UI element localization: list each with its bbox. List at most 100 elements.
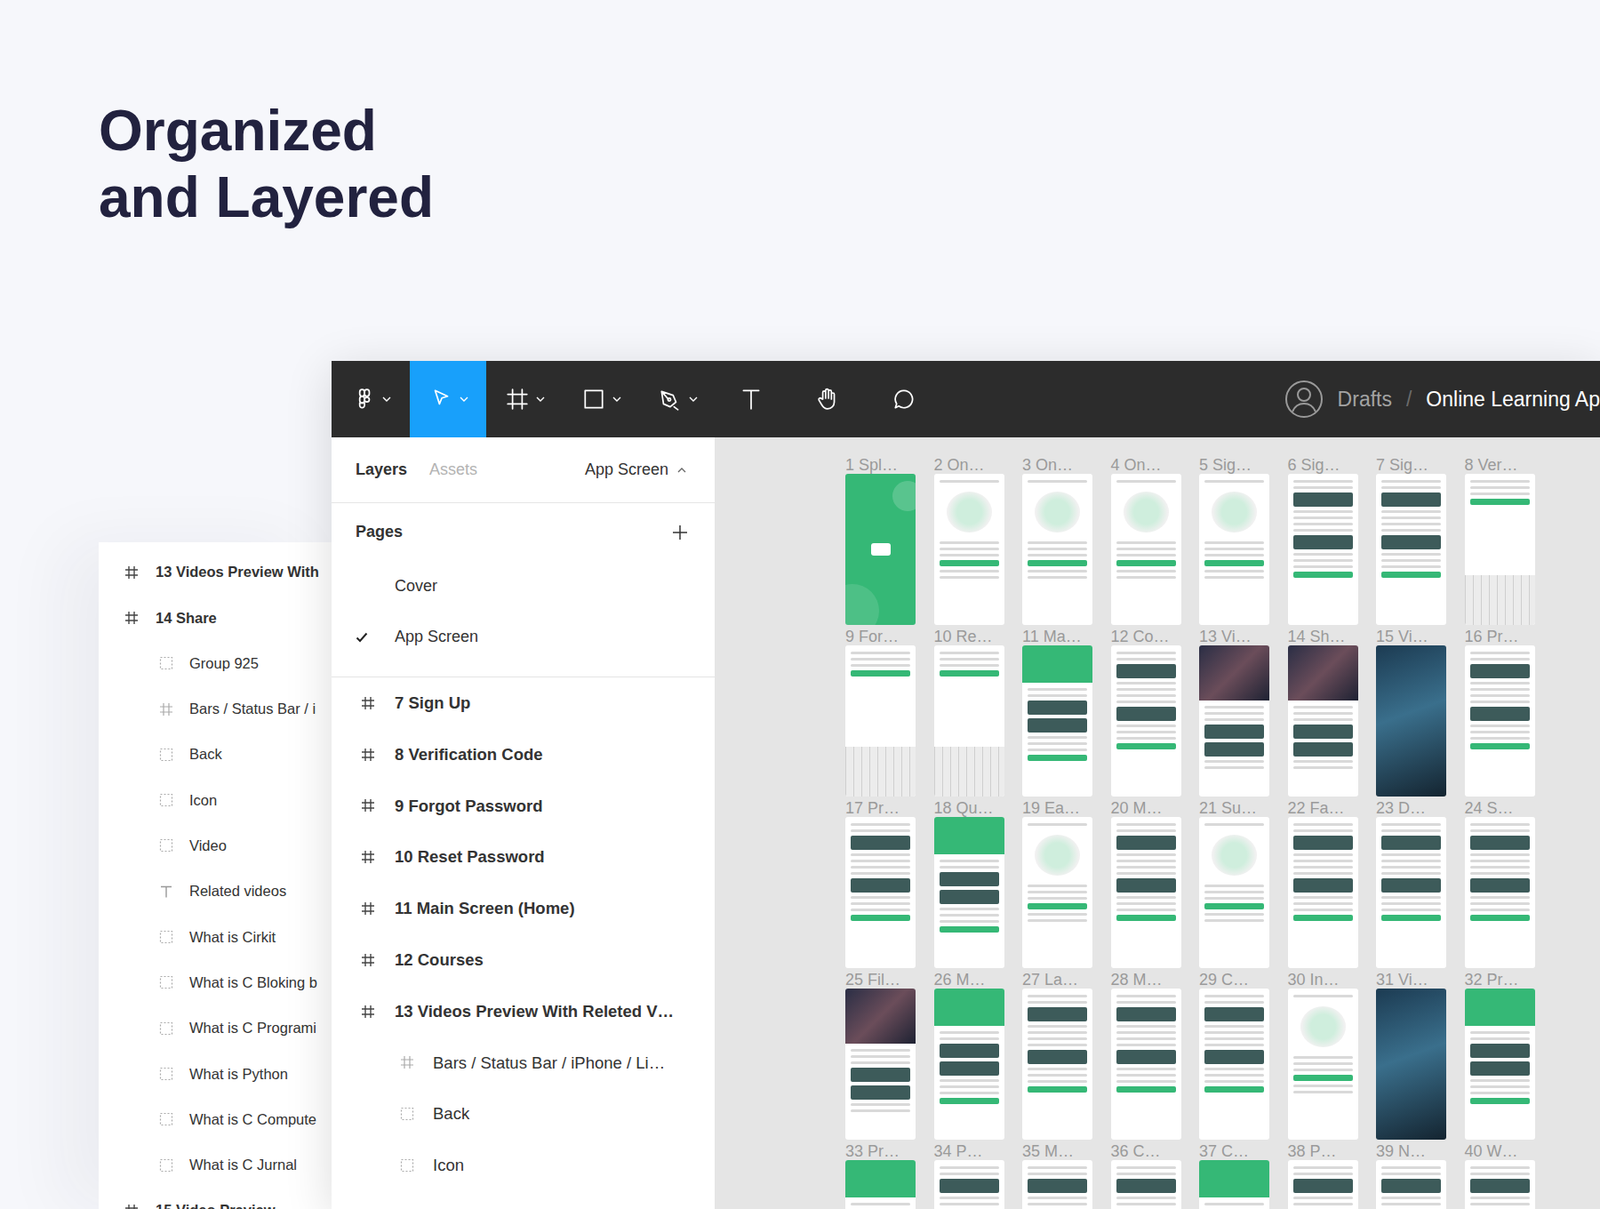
layer-row[interactable]: 15 Video Preview	[98, 1187, 332, 1209]
frame-thumbnail[interactable]	[1022, 816, 1093, 968]
dropdown-toggle-area[interactable]	[612, 396, 622, 402]
frame-cell[interactable]: 28 M…	[1111, 970, 1182, 1140]
frame-cell[interactable]: 17 Pr…	[845, 799, 916, 968]
frame-thumbnail[interactable]	[1022, 645, 1093, 797]
frame-label[interactable]: 20 M…	[1111, 799, 1182, 817]
layer-row[interactable]: 7 Sign Up	[331, 677, 715, 729]
frame-thumbnail[interactable]	[1111, 1160, 1182, 1209]
frame-label[interactable]: 10 Re…	[934, 627, 1005, 646]
frame-label[interactable]: 12 Co…	[1111, 627, 1182, 646]
frame-thumbnail[interactable]	[1111, 473, 1182, 625]
panel-tab[interactable]: Layers	[355, 457, 408, 482]
canvas[interactable]: 1 Spl… 2 On… 3 On… 4 On… 5 Sig… 6 Sig… 7 Sig…8…	[715, 437, 1600, 1209]
layer-row[interactable]: Back	[331, 1088, 715, 1140]
layer-row[interactable]: Bars / Status Bar / iPhone / Li…	[331, 1037, 715, 1089]
frame-thumbnail[interactable]	[845, 816, 916, 968]
frame-label[interactable]: 32 Pr…	[1464, 970, 1536, 989]
layer-row[interactable]: Video	[98, 823, 332, 869]
frame-label[interactable]: 29 C…	[1199, 970, 1270, 989]
frame-thumbnail[interactable]	[1464, 816, 1536, 968]
frame-cell[interactable]: 27 La…	[1022, 970, 1093, 1140]
frame-label[interactable]: 24 S…	[1464, 799, 1536, 817]
layer-row[interactable]: What is Python	[98, 1050, 332, 1096]
frame-label[interactable]: 2 On…	[934, 456, 1005, 474]
layer-row[interactable]: 12 Courses	[331, 934, 715, 986]
frame-cell[interactable]: 14 Sh…	[1288, 627, 1359, 797]
frame-cell[interactable]: 1 Spl…	[845, 456, 916, 625]
layer-row[interactable]: What is C Bloking b	[98, 960, 332, 1006]
frame-thumbnail[interactable]	[1199, 645, 1270, 797]
frame-thumbnail[interactable]	[845, 645, 916, 797]
frame-thumbnail[interactable]	[1376, 1160, 1447, 1209]
tool-button[interactable]	[562, 360, 640, 438]
frame-thumbnail[interactable]	[1288, 1160, 1359, 1209]
frame-label[interactable]: 26 M…	[934, 970, 1005, 989]
frame-label[interactable]: 1 Spl…	[845, 456, 916, 474]
frame-thumbnail[interactable]	[1464, 988, 1536, 1140]
frame-thumbnail[interactable]	[1111, 988, 1182, 1140]
frame-label[interactable]: 37 C…	[1199, 1142, 1270, 1160]
layer-row[interactable]: 9 Forgot Password	[331, 780, 715, 832]
frame-thumbnail[interactable]	[1288, 816, 1359, 968]
frame-cell[interactable]: 5 Sig…	[1199, 456, 1270, 625]
frame-label[interactable]: 33 Pr…	[845, 1142, 916, 1160]
layer-row[interactable]: 8 Verification Code	[331, 728, 715, 781]
frame-thumbnail[interactable]	[934, 645, 1005, 797]
page-switcher[interactable]: App Screen	[584, 457, 687, 482]
frame-cell[interactable]: 22 Fa…	[1288, 799, 1359, 968]
layer-row[interactable]: What is C Jurnal	[98, 1142, 332, 1188]
frame-thumbnail[interactable]	[1376, 645, 1447, 797]
frame-thumbnail[interactable]	[845, 1160, 916, 1209]
layer-row[interactable]: Bars / Status Bar / i	[98, 686, 332, 732]
layer-row[interactable]: What is C Compute	[98, 1096, 332, 1143]
frame-cell[interactable]: 36 C…	[1111, 1142, 1182, 1209]
frame-cell[interactable]: 15 Vi…	[1376, 627, 1447, 797]
frame-cell[interactable]: 23 D…	[1376, 799, 1447, 968]
dropdown-toggle-area[interactable]	[382, 396, 392, 402]
frame-label[interactable]: 36 C…	[1111, 1142, 1182, 1160]
frame-cell[interactable]: 7 Sig…	[1376, 456, 1447, 625]
add-page-button[interactable]	[672, 524, 688, 541]
frame-cell[interactable]: 39 N…	[1376, 1142, 1447, 1209]
frame-label[interactable]: 4 On…	[1111, 456, 1182, 474]
frame-cell[interactable]: 38 P…	[1288, 1142, 1359, 1209]
frame-cell[interactable]: 9 For…	[845, 627, 916, 797]
frame-thumbnail[interactable]	[1288, 988, 1359, 1140]
frame-cell[interactable]: 18 Qu…	[934, 799, 1005, 968]
frame-thumbnail[interactable]	[1288, 645, 1359, 797]
frame-cell[interactable]: 10 Re…	[934, 627, 1005, 797]
frame-thumbnail[interactable]	[1022, 473, 1093, 625]
page-item[interactable]: App Screen	[331, 611, 715, 663]
frame-thumbnail[interactable]	[1111, 816, 1182, 968]
frame-label[interactable]: 21 Su…	[1199, 799, 1270, 817]
tool-button[interactable]	[486, 360, 563, 438]
frame-label[interactable]: 38 P…	[1288, 1142, 1359, 1160]
file-name[interactable]: Online Learning Ap	[1425, 384, 1600, 416]
frame-label[interactable]: 16 Pr…	[1464, 627, 1536, 646]
frame-label[interactable]: 34 P…	[934, 1142, 1005, 1160]
frame-label[interactable]: 15 Vi…	[1376, 627, 1447, 646]
frame-thumbnail[interactable]	[1199, 816, 1270, 968]
dropdown-toggle-area[interactable]	[688, 396, 698, 402]
frame-thumbnail[interactable]	[1022, 1160, 1093, 1209]
layer-row[interactable]: Icon	[98, 776, 332, 823]
layer-row[interactable]: Group 925	[98, 640, 332, 687]
frame-label[interactable]: 31 Vi…	[1376, 970, 1447, 989]
frame-cell[interactable]: 21 Su…	[1199, 799, 1270, 968]
frame-label[interactable]: 22 Fa…	[1288, 799, 1359, 817]
frame-thumbnail[interactable]	[1199, 988, 1270, 1140]
frame-label[interactable]: 25 Fil…	[845, 970, 916, 989]
frame-thumbnail[interactable]	[934, 988, 1005, 1140]
frame-label[interactable]: 6 Sig…	[1288, 456, 1359, 474]
frame-label[interactable]: 39 N…	[1376, 1142, 1447, 1160]
frame-cell[interactable]: 40 W…	[1464, 1142, 1536, 1209]
layer-row[interactable]: What is C Programi	[98, 1005, 332, 1051]
frame-label[interactable]: 19 Ea…	[1022, 799, 1093, 817]
frame-thumbnail[interactable]	[845, 988, 916, 1140]
frame-cell[interactable]: 32 Pr…	[1464, 970, 1536, 1140]
layer-row[interactable]: Icon	[331, 1139, 715, 1192]
frame-cell[interactable]: 8 Ver…	[1464, 456, 1536, 625]
frame-cell[interactable]: 3 On…	[1022, 456, 1093, 625]
layer-row[interactable]: What is Cirkit	[98, 913, 332, 960]
frame-thumbnail[interactable]	[1111, 645, 1182, 797]
